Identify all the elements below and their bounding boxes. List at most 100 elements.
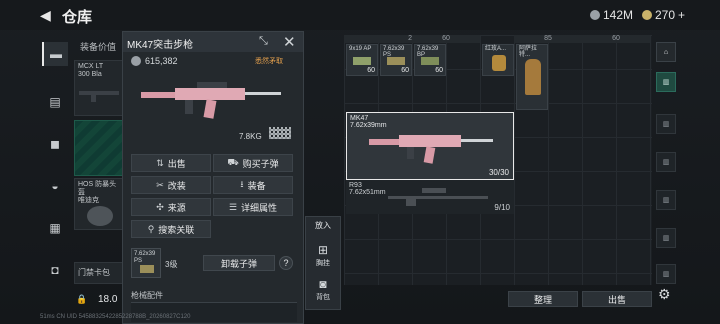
item-source-tag: 悉然矛取 xyxy=(255,58,283,65)
keycard-slot-name: 门禁卡包 xyxy=(78,268,110,277)
rail-armor-icon[interactable]: ◼ xyxy=(42,132,68,156)
origin-icon: ✣ xyxy=(156,201,164,212)
sell-button[interactable]: ⇅ 出售 xyxy=(131,154,211,172)
search-related-button[interactable]: ⚲ 搜索关联 xyxy=(131,220,211,238)
item-count: 60 xyxy=(401,67,409,74)
ammo-label: 7.62x39 PS xyxy=(134,251,156,264)
help-icon[interactable]: ? xyxy=(279,256,293,270)
attachments-label: 枪械配件 xyxy=(131,291,163,300)
rail-container-3[interactable]: ▥ xyxy=(656,152,676,172)
place-title: 放入 xyxy=(315,221,331,230)
storage-item-ammo-762-ps[interactable]: 7.62x39 PS 60 xyxy=(380,44,412,76)
origin-button[interactable]: ✣ 来源 xyxy=(131,198,211,216)
rail-container-4[interactable]: ▥ xyxy=(656,190,676,210)
weapon-slot[interactable]: MCX LT 300 Bla xyxy=(74,60,124,116)
page-title: 仓库 xyxy=(62,9,93,26)
empty-green-slot[interactable] xyxy=(74,120,124,176)
currency-silver-value: 142M xyxy=(603,8,634,22)
column-header: 60 xyxy=(412,35,480,43)
item-price: 615,382 xyxy=(131,56,178,66)
gold-coin-icon xyxy=(642,10,652,20)
item-count: 60 xyxy=(435,67,443,74)
organize-button[interactable]: 整理 xyxy=(508,291,578,307)
item-weight: 7.8KG xyxy=(239,132,262,141)
sell-icon: ⇅ xyxy=(156,157,164,168)
status-bar: 51ms CN UID 5458832542285228788B_2026082… xyxy=(40,314,191,320)
column-header: 85 xyxy=(514,35,582,43)
gear-value-label: 装备价值 xyxy=(80,42,117,52)
helmet-slot[interactable]: HOS 防暴头盔 唯迪克 xyxy=(74,178,124,230)
rail-helmet-icon[interactable]: ◒ xyxy=(42,174,68,198)
rail-container-6[interactable]: ▥ xyxy=(656,264,676,284)
helmet-thumbnail-icon xyxy=(87,206,113,226)
ammo-slot[interactable]: 7.62x39 PS xyxy=(131,248,161,278)
place-chest-rig[interactable]: ⊞ 胸挂 xyxy=(306,243,340,268)
currency-gold-value: 270 xyxy=(655,8,676,22)
rail-container-5[interactable]: ▥ xyxy=(656,228,676,248)
trinket-icon xyxy=(492,55,506,71)
r93-label: R93 7.62x51mm xyxy=(349,182,386,196)
rail-container-1[interactable]: ▥ xyxy=(656,72,676,92)
rail-case-icon[interactable]: ▦ xyxy=(42,216,68,240)
sell-bottom-button[interactable]: 出售 xyxy=(582,291,652,307)
modify-button[interactable]: ✂ 改装 xyxy=(131,176,211,194)
place-into-panel: 放入 ⊞ 胸挂 ◙ 背包 xyxy=(305,216,341,310)
backpack-icon: ◙ xyxy=(319,277,327,291)
ammo-level: 3级 xyxy=(165,260,178,269)
collapse-icon[interactable]: ⤡ xyxy=(259,35,268,48)
ammo-box-icon xyxy=(421,57,439,65)
ammo-box-icon xyxy=(353,57,371,65)
settings-gear-icon[interactable]: ⚙ xyxy=(658,286,671,303)
back-arrow-icon[interactable]: ◀ xyxy=(40,8,54,22)
rail-weapon-icon[interactable]: ▬ xyxy=(42,42,68,66)
rifle-preview-image xyxy=(141,82,281,119)
search-icon: ⚲ xyxy=(147,223,155,234)
capacity-value: 18.0 xyxy=(98,294,118,305)
item-tag: 红玫A... xyxy=(485,46,507,52)
rail-storage-icon[interactable]: ⌂ xyxy=(656,42,676,62)
inventory-screen: ◀ 仓库 142M 270 + ▬ ▤ ◼ ◒ ▦ ◘ 装备价值 MCX LT 3… xyxy=(0,0,720,324)
r93-rifle-icon xyxy=(388,188,488,206)
right-container-rail: ⌂ ▥ ▥ ▥ ▥ ▥ ▥ xyxy=(656,34,678,310)
place-backpack[interactable]: ◙ 背包 xyxy=(306,277,340,302)
mk47-rifle-icon xyxy=(369,135,493,164)
left-category-rail: ▬ ▤ ◼ ◒ ▦ ◘ xyxy=(42,32,68,324)
storage-item-ammo-9x19[interactable]: 9x19 AP 60 xyxy=(346,44,378,76)
size-grid-icon xyxy=(269,127,291,139)
close-icon[interactable]: ✕ xyxy=(283,33,296,51)
storage-item-red-rose[interactable]: 红玫A... xyxy=(482,44,514,76)
storage-item-asala-lantern[interactable]: 阿萨拉特... xyxy=(516,44,548,110)
equip-icon: ⭳ xyxy=(240,179,244,189)
r93-ammo-count: 9/10 xyxy=(494,203,510,212)
silver-coin-icon xyxy=(131,56,141,66)
card-title: MK47突击步枪 xyxy=(127,40,194,51)
column-header: 60 xyxy=(582,35,650,43)
rail-bag-icon[interactable]: ◘ xyxy=(42,258,68,282)
lock-icon: 🔒 xyxy=(76,294,88,304)
storage-item-ammo-762-bp[interactable]: 7.62x39 BP 60 xyxy=(414,44,446,76)
storage-item-r93[interactable]: R93 7.62x51mm 9/10 xyxy=(346,180,514,214)
cart-icon: ⛟ xyxy=(227,157,239,167)
rail-container-2[interactable]: ▥ xyxy=(656,114,676,134)
currency-gold[interactable]: 270 + xyxy=(642,8,685,22)
mk47-ammo-count: 30/30 xyxy=(488,168,509,177)
keycard-slot[interactable]: 门禁卡包 xyxy=(74,262,124,284)
details-button[interactable]: ☰ 详细属性 xyxy=(213,198,293,216)
item-detail-card: MK47突击步枪 ⤡ ✕ 615,382 悉然矛取 7.8KG ⇅ 出售 ⛟ 购买子… xyxy=(122,31,304,324)
storage-item-mk47[interactable]: MK47 7.62x39mm 30/30 xyxy=(346,112,514,180)
top-bar: ◀ 仓库 142M 270 + xyxy=(0,0,720,30)
add-currency-icon[interactable]: + xyxy=(678,8,685,22)
weapon-slot-name: MCX LT 300 Bla xyxy=(78,63,104,78)
chest-rig-icon: ⊞ xyxy=(317,243,329,257)
item-price-value: 615,382 xyxy=(145,56,178,66)
rail-vest-icon[interactable]: ▤ xyxy=(42,90,68,114)
equip-button[interactable]: ⭳ 装备 xyxy=(213,176,293,194)
ammo-box-icon xyxy=(387,57,405,65)
item-tag: 阿萨拉特... xyxy=(519,46,538,58)
wrench-icon: ✂ xyxy=(156,179,164,190)
list-icon: ☰ xyxy=(228,201,238,212)
item-tag: 9x19 AP xyxy=(349,46,372,52)
buy-ammo-button[interactable]: ⛟ 购买子弹 xyxy=(213,154,293,172)
unload-ammo-button[interactable]: 卸载子弹 xyxy=(203,255,275,271)
currency-silver: 142M xyxy=(590,8,633,22)
